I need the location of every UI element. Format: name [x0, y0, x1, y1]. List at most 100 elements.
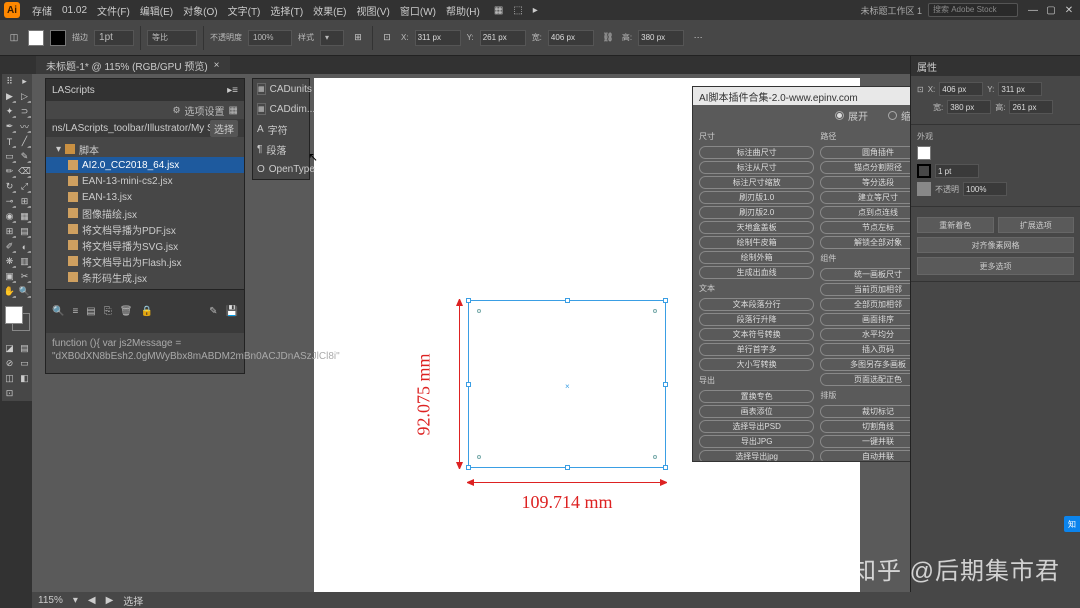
- scale-tool[interactable]: ⤢: [17, 179, 32, 194]
- script-pill[interactable]: 画表添位: [699, 405, 814, 418]
- pen-tool[interactable]: ✒: [2, 119, 17, 134]
- selection-tool[interactable]: ▶: [2, 89, 17, 104]
- prop-w-field[interactable]: [947, 100, 991, 114]
- prop-y-field[interactable]: [998, 82, 1042, 96]
- workspace-name[interactable]: 未标题工作区 1: [856, 2, 926, 19]
- script-pill[interactable]: 刷刃版1.0: [699, 191, 814, 204]
- anchor-icon[interactable]: ⊡: [917, 85, 924, 94]
- more-options-button[interactable]: 更多选项: [917, 257, 1074, 275]
- script-pill[interactable]: 导出JPG: [699, 435, 814, 448]
- fill-swatch[interactable]: [28, 30, 44, 46]
- draw-mode-icon[interactable]: ▭: [17, 356, 32, 371]
- prop-stroke-field[interactable]: [935, 164, 979, 178]
- opacity-field[interactable]: 100%: [248, 30, 292, 46]
- y-field[interactable]: [480, 30, 526, 46]
- collapse-icon[interactable]: ▸: [17, 74, 32, 89]
- dock-item[interactable]: A字符: [253, 119, 309, 139]
- shape-builder-tool[interactable]: ◉: [2, 209, 17, 224]
- trash-icon[interactable]: 🗑: [120, 306, 133, 317]
- script-pill[interactable]: 绘制外箱: [699, 251, 814, 264]
- menu-st-icon[interactable]: ⬚: [509, 3, 526, 18]
- type-tool[interactable]: T: [2, 134, 17, 149]
- script-item[interactable]: AI2.0_CC2018_64.jsx: [46, 157, 244, 173]
- menu-window[interactable]: 窗口(W): [396, 1, 440, 20]
- dock-item[interactable]: ▦CADunits: [253, 79, 309, 99]
- prop-h-field[interactable]: [1009, 100, 1053, 114]
- align-icon[interactable]: ⊞: [350, 30, 366, 46]
- rotate-tool[interactable]: ↻: [2, 179, 17, 194]
- tab-close-icon[interactable]: ×: [214, 60, 220, 71]
- stroke-swatch[interactable]: [50, 30, 66, 46]
- menu-type[interactable]: 文字(T): [224, 1, 265, 20]
- settings-label[interactable]: 选项设置: [185, 103, 225, 118]
- script-pill[interactable]: 绘制牛皮箱: [699, 236, 814, 249]
- symbol-sprayer-tool[interactable]: ❋: [2, 254, 17, 269]
- script-item[interactable]: 将文档导播为PDF.jsx: [46, 221, 244, 237]
- script-pill[interactable]: 刷刃版2.0: [699, 206, 814, 219]
- menu-select[interactable]: 选择(T): [266, 1, 307, 20]
- save-icon[interactable]: 💾: [226, 306, 238, 317]
- goto-button[interactable]: 选择: [210, 120, 238, 137]
- script-pill[interactable]: 段落行升降: [699, 313, 814, 326]
- window-maximize-icon[interactable]: ▢: [1044, 3, 1058, 17]
- perspective-tool[interactable]: ▦: [17, 209, 32, 224]
- document-tab[interactable]: 未标题-1* @ 115% (RGB/GPU 预览)×: [36, 56, 230, 74]
- paintbrush-tool[interactable]: ✎: [17, 149, 32, 164]
- screen-mode-icon[interactable]: ⊡: [2, 386, 17, 401]
- menu-br-icon[interactable]: ▦: [490, 3, 507, 18]
- script-item[interactable]: EAN-13-mini-cs2.jsx: [46, 173, 244, 189]
- window-close-icon[interactable]: ✕: [1062, 3, 1076, 17]
- panel-menu-icon[interactable]: ▸≡: [227, 85, 238, 96]
- style-select[interactable]: ▾: [320, 30, 344, 46]
- script-pill[interactable]: 选择导出jpg: [699, 450, 814, 461]
- line-tool[interactable]: ╱: [17, 134, 32, 149]
- curvature-tool[interactable]: 〰: [17, 119, 32, 134]
- prop-opacity-field[interactable]: [963, 182, 1007, 196]
- script-pill[interactable]: 天地盒盖板: [699, 221, 814, 234]
- dock-item[interactable]: ¶段落: [253, 139, 309, 159]
- script-pill[interactable]: 选择导出PSD: [699, 420, 814, 433]
- magic-wand-tool[interactable]: ✦: [2, 104, 17, 119]
- run-icon[interactable]: ▦: [229, 105, 238, 116]
- list-icon[interactable]: ≡: [72, 306, 78, 317]
- script-pill[interactable]: 生成出血线: [699, 266, 814, 279]
- graph-tool[interactable]: ▥: [17, 254, 32, 269]
- menu-effect[interactable]: 效果(E): [309, 1, 350, 20]
- script-pill[interactable]: 单行首字多: [699, 343, 814, 356]
- search-input[interactable]: 搜索 Adobe Stock: [928, 3, 1018, 17]
- draw-inside-icon[interactable]: ◧: [17, 371, 32, 386]
- blend-tool[interactable]: ◐: [17, 239, 32, 254]
- menu-edit[interactable]: 编辑(E): [136, 1, 177, 20]
- search-icon[interactable]: 🔍: [52, 306, 64, 317]
- menu-help[interactable]: 帮助(H): [442, 1, 484, 20]
- h-field[interactable]: [638, 30, 684, 46]
- add-icon[interactable]: ✎: [209, 306, 217, 317]
- gear-icon[interactable]: ⚙: [172, 105, 180, 116]
- shaper-tool[interactable]: ✏: [2, 164, 17, 179]
- nav-next-icon[interactable]: ▶: [106, 595, 114, 606]
- gradient-tool[interactable]: ▤: [17, 224, 32, 239]
- dock-item[interactable]: ▦CADdim...: [253, 99, 309, 119]
- fold-icon[interactable]: ▤: [86, 306, 95, 317]
- eraser-tool[interactable]: ⌫: [17, 164, 32, 179]
- mesh-tool[interactable]: ⊞: [2, 224, 17, 239]
- script-item[interactable]: EAN-13.jsx: [46, 189, 244, 205]
- eyedropper-tool[interactable]: ✐: [2, 239, 17, 254]
- width-tool[interactable]: ⊸: [2, 194, 17, 209]
- script-item[interactable]: 将文档导播为SVG.jsx: [46, 237, 244, 253]
- align-pixel-button[interactable]: 对齐像素网格: [917, 237, 1074, 253]
- menu-view[interactable]: 视图(V): [353, 1, 394, 20]
- rectangle-tool[interactable]: ▭: [2, 149, 17, 164]
- window-minimize-icon[interactable]: —: [1026, 3, 1040, 17]
- draw-behind-icon[interactable]: ◫: [2, 371, 17, 386]
- artboard-tool[interactable]: ▣: [2, 269, 17, 284]
- profile-select[interactable]: 等比: [147, 30, 197, 46]
- none-mode-icon[interactable]: ⊘: [2, 356, 17, 371]
- free-transform-tool[interactable]: ⊞: [17, 194, 32, 209]
- menu-arrange-icon[interactable]: ▸: [529, 3, 542, 18]
- folder-node[interactable]: ▾脚本: [46, 141, 244, 157]
- more-icon[interactable]: ⋯: [690, 30, 706, 46]
- script-pill[interactable]: 文本段落分行: [699, 298, 814, 311]
- stroke-icon[interactable]: [917, 164, 931, 178]
- gradient-mode-icon[interactable]: ▤: [17, 341, 32, 356]
